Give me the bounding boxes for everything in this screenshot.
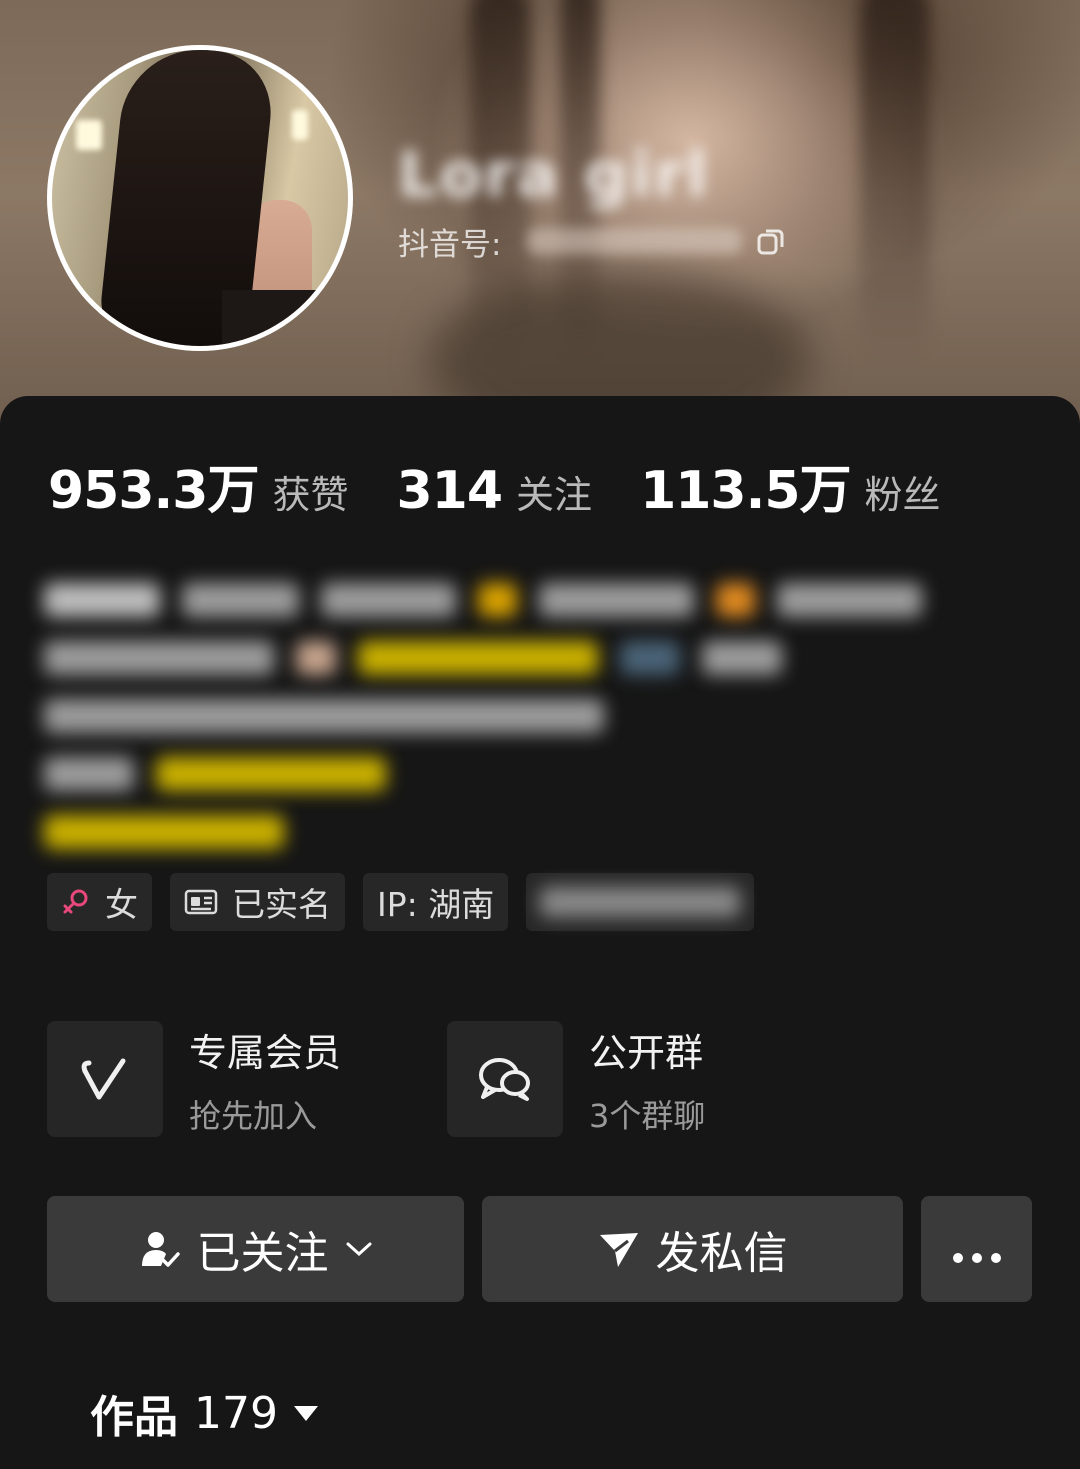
redacted-text (44, 583, 161, 617)
stat-value: 113.5万 (640, 461, 851, 521)
profile-banner: Lora girl 抖音号: (0, 0, 1080, 430)
avatar-decoration (292, 110, 308, 140)
tag-gender: 女 (47, 873, 152, 931)
membership-title: 专属会员 (189, 1030, 342, 1075)
bio-line (44, 745, 944, 803)
more-icon (952, 1224, 1002, 1275)
banner-decoration (860, 0, 930, 360)
group-chat-subtitle: 3个群聊 (589, 1096, 706, 1135)
bio-redacted (44, 571, 944, 861)
more-button[interactable] (921, 1196, 1032, 1302)
send-icon (598, 1229, 640, 1269)
stat-label: 关注 (516, 473, 593, 517)
redacted-mention (156, 757, 386, 791)
redacted-text (540, 887, 741, 917)
avatar-decoration (222, 290, 332, 346)
send-message-label: 发私信 (655, 1228, 788, 1279)
redacted-emoji (478, 583, 517, 617)
stat-likes: 953.3万 获赞 (48, 448, 349, 523)
redacted-text (538, 583, 694, 617)
group-chat-icon (447, 1021, 563, 1137)
tag-ip: IP: 湖南 (363, 873, 509, 931)
group-chat-entry[interactable]: 公开群 3个群聊 (447, 1021, 847, 1137)
stat-followers[interactable]: 113.5万 粉丝 (640, 448, 941, 523)
redacted-text (44, 699, 604, 733)
followed-label: 已关注 (196, 1228, 329, 1279)
account-row: 抖音号: (398, 218, 786, 264)
account-label: 抖音号: (398, 226, 502, 263)
membership-text: 专属会员 抢先加入 (189, 1021, 341, 1137)
redacted-text (702, 641, 782, 675)
send-message-button[interactable]: 发私信 (482, 1196, 903, 1302)
redacted-emoji (715, 583, 755, 617)
tag-row: 女 已实名 IP: 湖南 (47, 873, 772, 931)
redacted-mention (44, 815, 284, 849)
stat-following[interactable]: 314 关注 (397, 461, 593, 521)
group-chat-title: 公开群 (589, 1030, 704, 1075)
action-row: 已关注 发私信 (47, 1196, 1032, 1302)
id-card-icon (184, 887, 218, 917)
caret-down-icon (292, 1403, 320, 1423)
feature-row: 专属会员 抢先加入 公开群 3个群聊 (47, 1021, 847, 1137)
avatar[interactable] (47, 45, 353, 351)
vip-v-icon (47, 1021, 163, 1137)
copy-icon[interactable] (756, 226, 786, 256)
redacted-text (776, 583, 923, 617)
redacted-text (44, 757, 134, 791)
tag-ip-label: IP: 湖南 (377, 885, 495, 924)
stat-value: 314 (396, 461, 504, 521)
bio-line (44, 571, 944, 629)
female-icon (61, 887, 91, 917)
tag-verified: 已实名 (170, 873, 345, 931)
tag-verified-label: 已实名 (232, 885, 331, 924)
bio-line (44, 687, 944, 745)
redacted-text (44, 641, 274, 675)
redacted-mention (358, 641, 598, 675)
follow-user-icon (139, 1228, 181, 1270)
account-id-redacted (527, 228, 743, 254)
avatar-decoration (76, 120, 102, 150)
stat-value: 953.3万 (48, 461, 259, 521)
works-count: 179 (194, 1387, 278, 1439)
tag-redacted (526, 873, 755, 931)
nickname: Lora girl (398, 138, 710, 211)
followed-button[interactable]: 已关注 (47, 1196, 464, 1302)
works-label: 作品 (90, 1392, 178, 1443)
stats-row: 953.3万 获赞 314 关注 113.5万 粉丝 (48, 448, 989, 523)
tag-gender-label: 女 (105, 885, 138, 924)
profile-panel: 953.3万 获赞 314 关注 113.5万 粉丝 女 已实名 IP: 湖南 … (0, 396, 1080, 1469)
redacted-emoji (296, 641, 336, 675)
bio-line (44, 629, 944, 687)
tab-works[interactable]: 作品 179 (90, 1381, 320, 1445)
group-chat-text: 公开群 3个群聊 (589, 1021, 705, 1137)
stat-label: 粉丝 (864, 473, 941, 517)
redacted-text (320, 583, 457, 617)
redacted-text (182, 583, 299, 617)
chevron-down-icon (345, 1240, 373, 1258)
membership-entry[interactable]: 专属会员 抢先加入 (47, 1021, 447, 1137)
redacted-text (620, 641, 680, 675)
stat-label: 获赞 (272, 473, 349, 517)
bio-line (44, 803, 944, 861)
membership-subtitle: 抢先加入 (189, 1096, 318, 1135)
